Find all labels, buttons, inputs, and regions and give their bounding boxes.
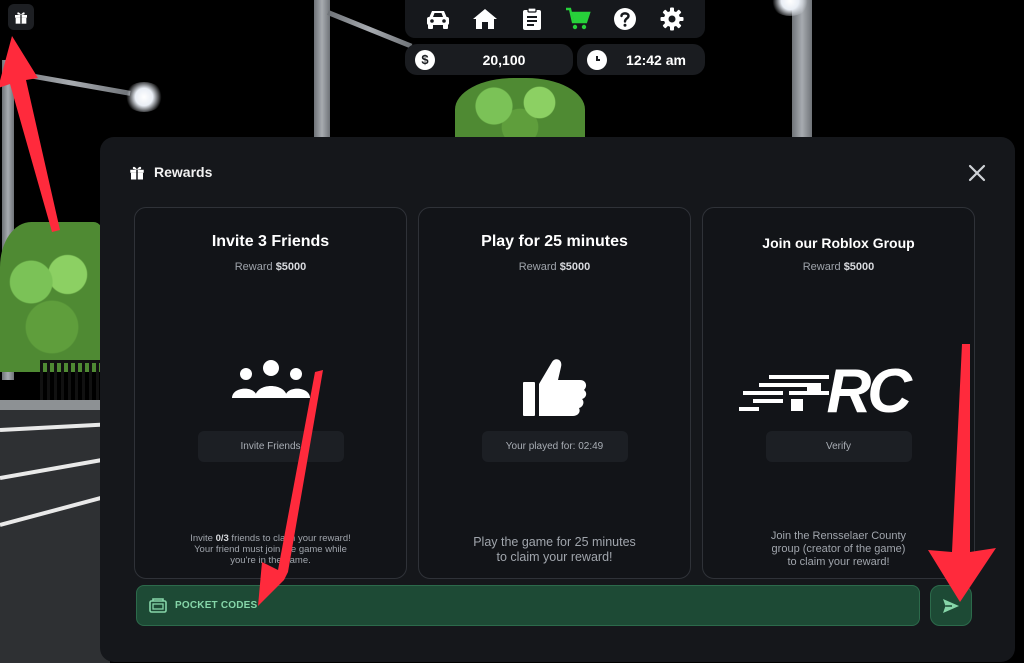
card-title: Play for 25 minutes — [481, 233, 628, 250]
street-lamp-pole — [314, 0, 330, 140]
rc-group-logo: RC — [703, 357, 974, 426]
top-toolbar — [405, 0, 705, 38]
card-title: Join our Roblox Group — [762, 235, 915, 251]
reward-card-group: Join our Roblox Group Reward $5000 RC Ve… — [702, 207, 975, 579]
cart-icon — [566, 7, 591, 30]
invite-friends-button[interactable]: Invite Friends — [197, 431, 344, 462]
car-icon — [427, 11, 450, 29]
checkered-flag-icon — [738, 375, 829, 411]
thumbs-up-icon — [419, 358, 690, 418]
modal-header: Rewards — [128, 163, 212, 181]
card-reward: Reward $5000 — [234, 261, 307, 273]
money-display: $ 20,100 — [405, 44, 573, 75]
time-value: 12:42 am — [626, 51, 686, 68]
settings-button[interactable] — [657, 4, 687, 34]
playtime-status: Your played for: 02:49 — [481, 431, 628, 462]
close-button[interactable] — [965, 161, 989, 185]
help-icon — [613, 8, 636, 30]
money-value: 20,100 — [482, 51, 526, 68]
shop-button[interactable] — [563, 4, 593, 34]
clipboard-icon — [522, 7, 541, 30]
rewards-gift-button[interactable] — [8, 4, 34, 30]
card-description: Play the game for 25 minutes to claim yo… — [473, 535, 636, 564]
card-description: Invite 0/3 friends to claim your reward!… — [190, 533, 351, 567]
card-description: Join the Rensselaer County group (creato… — [770, 530, 907, 568]
rewards-modal: Rewards Invite 3 Friends Reward $5000 In… — [100, 137, 1015, 662]
street-lamp-arm — [327, 10, 413, 49]
street-lamp-light — [124, 82, 164, 112]
rc-logo-text: RC — [826, 357, 913, 426]
verify-button[interactable]: Verify — [765, 431, 912, 462]
vehicle-button[interactable] — [423, 4, 453, 34]
gift-icon — [15, 12, 27, 24]
pocket-codes-field[interactable] — [136, 585, 920, 626]
modal-title: Rewards — [154, 164, 213, 180]
street-lamp-pole — [792, 0, 812, 140]
road — [0, 410, 110, 663]
help-button[interactable] — [610, 4, 640, 34]
gift-icon — [130, 166, 144, 180]
reward-card-playtime: Play for 25 minutes Reward $5000 Your pl… — [418, 207, 691, 579]
clock-icon — [587, 49, 607, 70]
dollar-icon: $ — [415, 49, 435, 70]
home-button[interactable] — [470, 4, 500, 34]
street-lamp-arm — [11, 70, 131, 96]
clock-display: 12:42 am — [577, 44, 705, 75]
close-icon — [968, 164, 986, 182]
users-icon — [135, 358, 406, 402]
pocket-codes-input[interactable] — [175, 600, 875, 611]
card-reward: Reward $5000 — [802, 261, 875, 273]
ticket-icon — [149, 597, 167, 613]
card-reward: Reward $5000 — [518, 261, 591, 273]
submit-code-button[interactable] — [930, 585, 972, 626]
tree — [0, 222, 104, 372]
settings-icon — [660, 7, 684, 31]
send-icon — [943, 598, 959, 613]
tasks-button[interactable] — [517, 4, 547, 34]
reward-card-invite: Invite 3 Friends Reward $5000 Invite Fri… — [134, 207, 407, 579]
home-icon — [472, 9, 497, 29]
card-title: Invite 3 Friends — [211, 233, 330, 250]
